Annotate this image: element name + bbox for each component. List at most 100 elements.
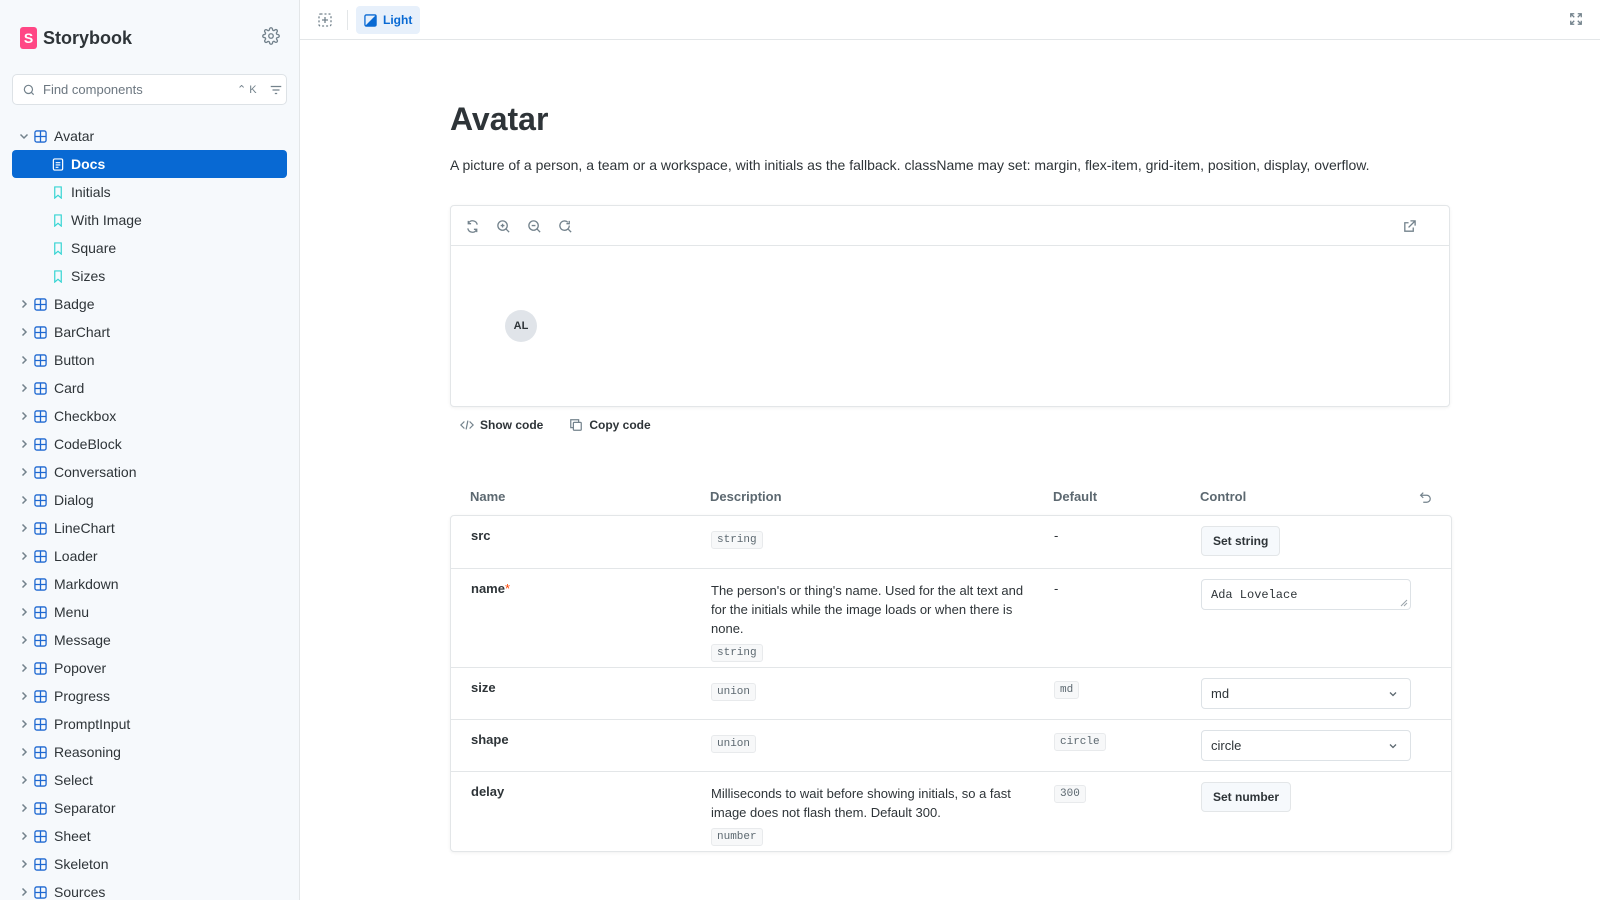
- chevron-right-icon[interactable]: [18, 466, 30, 478]
- chevron-right-icon[interactable]: [18, 858, 30, 870]
- tree-item-label: Badge: [54, 296, 95, 312]
- chevron-right-icon[interactable]: [18, 606, 30, 618]
- tree-item-sizes[interactable]: Sizes: [12, 262, 287, 290]
- chevron-right-icon[interactable]: [18, 494, 30, 506]
- brand-logo[interactable]: S Storybook: [20, 26, 132, 50]
- arg-default-value: md: [1054, 681, 1080, 699]
- arg-default: -: [1054, 581, 1058, 596]
- brand-name: Storybook: [43, 27, 133, 48]
- tree-item-codeblock[interactable]: CodeBlock: [12, 430, 287, 458]
- chevron-right-icon[interactable]: [18, 578, 30, 590]
- tree-item-progress[interactable]: Progress: [12, 682, 287, 710]
- theme-toggle-button[interactable]: Light: [356, 6, 421, 34]
- remount-icon[interactable]: [465, 219, 480, 234]
- tree-item-select[interactable]: Select: [12, 766, 287, 794]
- chevron-right-icon[interactable]: [18, 830, 30, 842]
- tree-item-menu[interactable]: Menu: [12, 598, 287, 626]
- component-icon: [34, 633, 47, 647]
- chevron-right-icon[interactable]: [18, 522, 30, 534]
- tree-item-button[interactable]: Button: [12, 346, 287, 374]
- arg-name-text: name: [471, 581, 505, 596]
- search-box[interactable]: ⌃ K: [12, 74, 287, 105]
- table-row: name* The person's or thing's name. Used …: [451, 568, 1451, 667]
- chevron-right-icon[interactable]: [18, 774, 30, 786]
- tree-item-avatar[interactable]: Avatar: [12, 122, 287, 150]
- zoom-out-icon[interactable]: [527, 219, 542, 234]
- tree-item-sources[interactable]: Sources: [12, 878, 287, 900]
- tree-item-label: Dialog: [54, 492, 94, 508]
- tree-item-checkbox[interactable]: Checkbox: [12, 402, 287, 430]
- chevron-right-icon[interactable]: [18, 746, 30, 758]
- chevron-right-icon[interactable]: [18, 718, 30, 730]
- tree-item-badge[interactable]: Badge: [12, 290, 287, 318]
- column-header-description: Description: [710, 489, 782, 504]
- tree-item-label: Docs: [71, 156, 106, 172]
- args-table: Name Description Default Control src stri…: [450, 480, 1452, 852]
- chevron-right-icon[interactable]: [18, 410, 30, 422]
- size-select[interactable]: md: [1201, 678, 1411, 709]
- chevron-right-icon[interactable]: [18, 382, 30, 394]
- tree-item-popover[interactable]: Popover: [12, 654, 287, 682]
- fullscreen-icon[interactable]: [1569, 12, 1583, 26]
- tree-item-reasoning[interactable]: Reasoning: [12, 738, 287, 766]
- outline-icon[interactable]: [317, 12, 333, 28]
- chevron-right-icon[interactable]: [18, 886, 30, 898]
- tree-item-card[interactable]: Card: [12, 374, 287, 402]
- zoom-in-icon[interactable]: [496, 219, 511, 234]
- component-tree: Avatar Docs Initials With Image Square Sizes…: [12, 122, 287, 900]
- search-input[interactable]: [43, 82, 233, 97]
- component-icon: [34, 437, 47, 451]
- tree-item-conversation[interactable]: Conversation: [12, 458, 287, 486]
- chevron-right-icon[interactable]: [18, 802, 30, 814]
- set-src-button[interactable]: Set string: [1201, 526, 1281, 556]
- tree-item-separator[interactable]: Separator: [12, 794, 287, 822]
- tree-item-square[interactable]: Square: [12, 234, 287, 262]
- chevron-right-icon[interactable]: [18, 326, 30, 338]
- bookmark-icon: [54, 241, 62, 255]
- tree-item-with-image[interactable]: With Image: [12, 206, 287, 234]
- tree-item-label: Reasoning: [54, 744, 121, 760]
- tree-item-docs[interactable]: Docs: [12, 150, 287, 178]
- shape-select[interactable]: circle: [1201, 730, 1411, 761]
- tree-item-dialog[interactable]: Dialog: [12, 486, 287, 514]
- arg-control: md: [1201, 678, 1411, 709]
- preview-canvas: AL: [451, 246, 1449, 406]
- tree-item-loader[interactable]: Loader: [12, 542, 287, 570]
- arg-name: name*: [471, 581, 510, 596]
- chevron-down-icon[interactable]: [18, 130, 30, 142]
- theme-icon: [364, 13, 377, 27]
- tree-item-markdown[interactable]: Markdown: [12, 570, 287, 598]
- chevron-right-icon[interactable]: [18, 662, 30, 674]
- resize-handle-icon[interactable]: [1400, 599, 1408, 607]
- chevron-right-icon[interactable]: [18, 690, 30, 702]
- tree-item-skeleton[interactable]: Skeleton: [12, 850, 287, 878]
- arg-description: The person's or thing's name. Used for t…: [711, 581, 1041, 662]
- docs-page: Avatar A picture of a person, a team or …: [300, 40, 1600, 900]
- open-new-icon[interactable]: [1402, 219, 1417, 234]
- chevron-right-icon[interactable]: [18, 298, 30, 310]
- set-delay-button[interactable]: Set number: [1201, 782, 1292, 812]
- name-text-input[interactable]: Ada Lovelace: [1201, 579, 1411, 610]
- args-table-body: src string - Set string name* The person's or…: [450, 515, 1452, 852]
- tree-item-initials[interactable]: Initials: [12, 178, 287, 206]
- tree-item-label: Markdown: [54, 576, 119, 592]
- chevron-right-icon[interactable]: [18, 354, 30, 366]
- tree-item-linechart[interactable]: LineChart: [12, 514, 287, 542]
- column-header-default: Default: [1053, 489, 1098, 504]
- tree-item-sheet[interactable]: Sheet: [12, 822, 287, 850]
- filter-icon[interactable]: [269, 83, 283, 97]
- arg-default: md: [1054, 680, 1080, 699]
- tree-item-barchart[interactable]: BarChart: [12, 318, 287, 346]
- component-icon: [34, 353, 47, 367]
- tree-item-promptinput[interactable]: PromptInput: [12, 710, 287, 738]
- copy-code-button[interactable]: Copy code: [569, 418, 651, 432]
- chevron-right-icon[interactable]: [18, 438, 30, 450]
- settings-icon[interactable]: [262, 27, 280, 45]
- reset-icon[interactable]: [1418, 490, 1432, 504]
- chevron-right-icon[interactable]: [18, 550, 30, 562]
- chevron-right-icon[interactable]: [18, 634, 30, 646]
- tree-item-message[interactable]: Message: [12, 626, 287, 654]
- show-code-button[interactable]: Show code: [460, 418, 543, 432]
- component-icon: [34, 829, 47, 843]
- zoom-reset-icon[interactable]: [558, 219, 573, 234]
